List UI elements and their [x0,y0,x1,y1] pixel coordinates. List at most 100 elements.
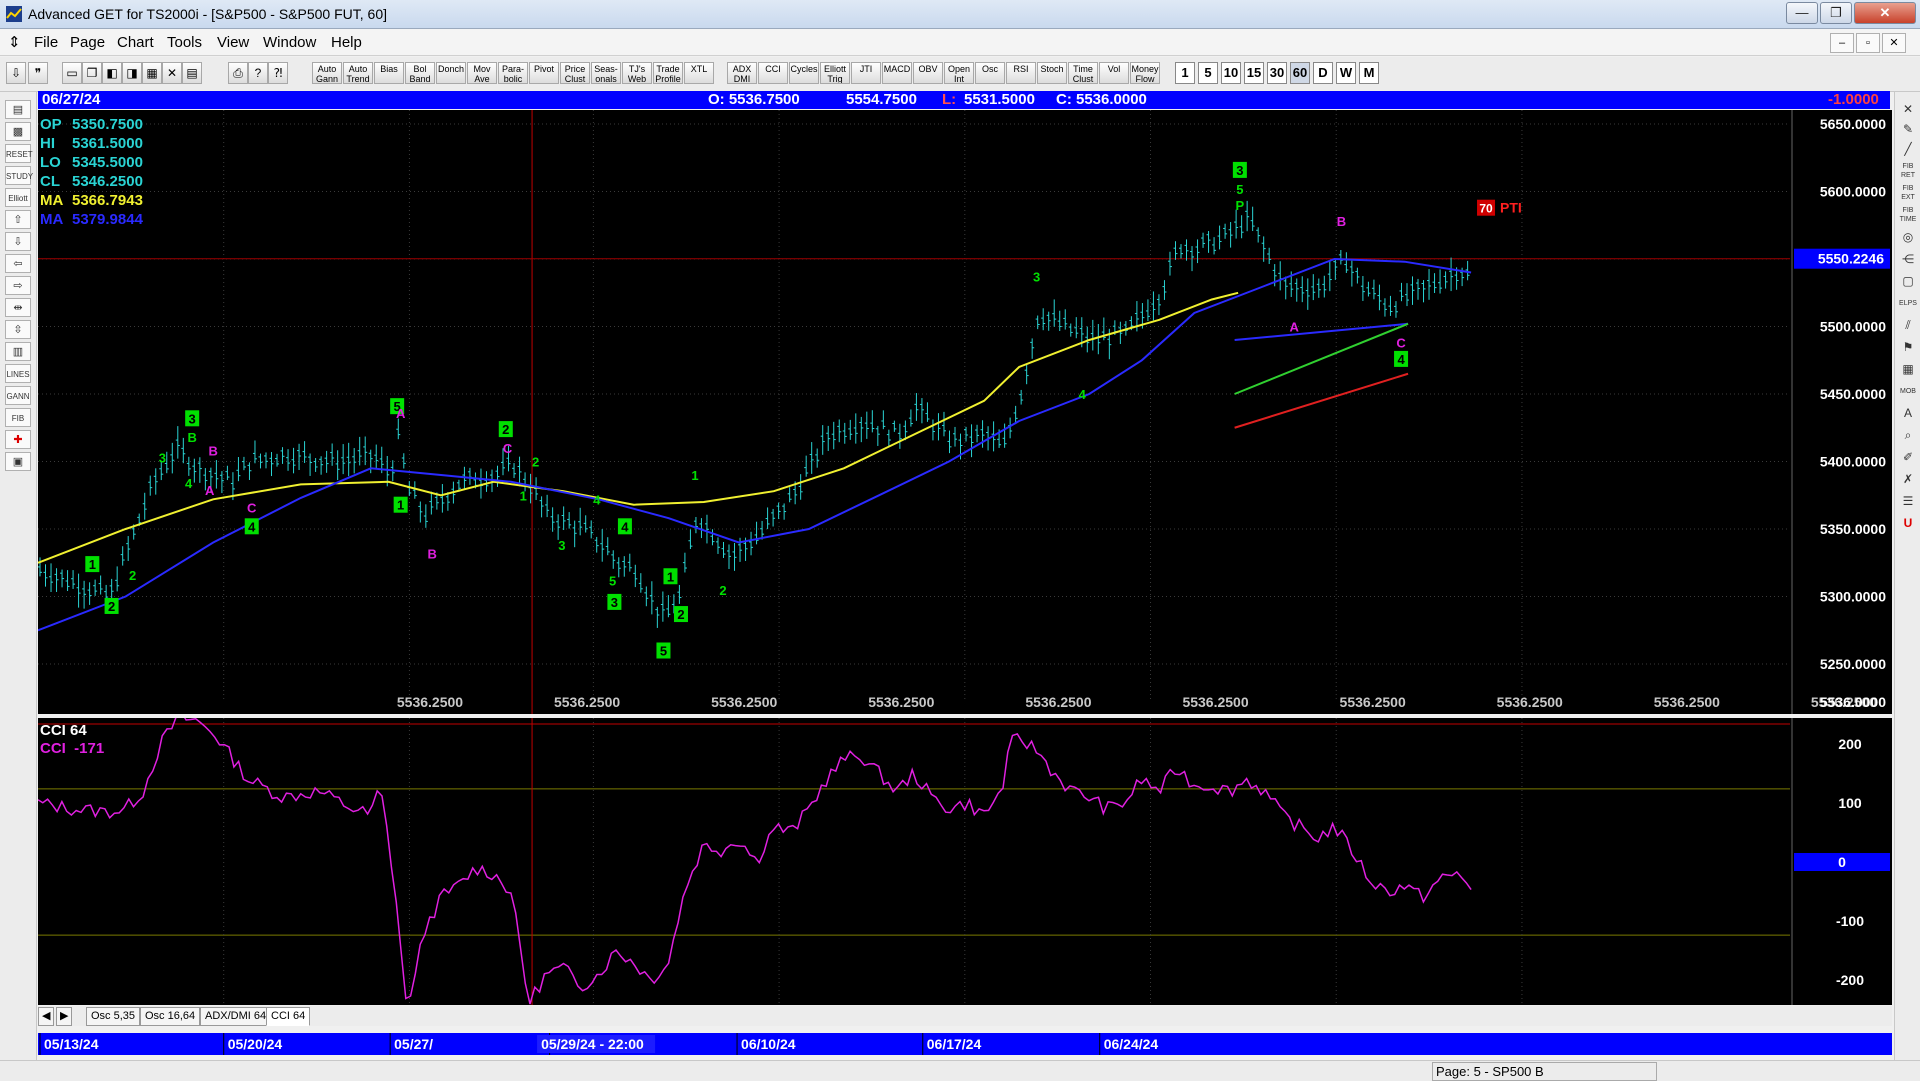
tab-osc-5-35[interactable]: Osc 5,35 [86,1007,141,1026]
tool-adx-dmi[interactable]: ADX DMI [727,62,757,84]
tab-cci-64[interactable]: CCI 64 [266,1007,311,1026]
pattern-tool-icon[interactable]: ▩ [5,122,31,141]
window-tool-icon[interactable]: ▥ [5,342,31,361]
period-M[interactable]: M [1359,62,1379,84]
open-tool-icon[interactable]: ▤ [5,100,31,119]
line-tool-icon[interactable]: ╱ [1897,140,1919,159]
copy-icon[interactable]: ❐ [82,62,102,84]
lines-tool-icon[interactable]: LINES [5,364,31,383]
tool-money-flow[interactable]: Money Flow [1130,62,1160,84]
tile-icon[interactable]: ▦ [142,62,162,84]
period-W[interactable]: W [1336,62,1356,84]
tool-pivot[interactable]: Pivot [529,62,559,84]
right-arrow-icon[interactable]: ⇨ [5,276,31,295]
tool-rsi[interactable]: RSI [1006,62,1036,84]
tab-adx-dmi-64[interactable]: ADX/DMI 64 [200,1007,272,1026]
text-tool-icon[interactable]: A [1897,404,1919,423]
cross-icon[interactable]: ✕ [162,62,182,84]
fib-ret-icon[interactable]: FIB RET [1897,162,1919,181]
cci-panel[interactable]: 200 100 0 -100 -200 CCI 64 CCI -171 [37,710,1892,1005]
tool-jti[interactable]: JTI [851,62,881,84]
period-15[interactable]: 15 [1244,62,1264,84]
tab-scroll-left[interactable]: ◀ [38,1007,55,1026]
zoom-icon[interactable]: ⌕ [1897,426,1919,445]
cci-chart[interactable]: 200 100 0 -100 -200 [37,710,1892,1005]
tool-elliott-trig[interactable]: Elliott Trig [820,62,850,84]
tool-vol[interactable]: Vol [1099,62,1129,84]
list-icon[interactable]: ☰ [1897,492,1919,511]
period-D[interactable]: D [1313,62,1333,84]
menu-view[interactable]: View [217,34,249,51]
print-icon[interactable]: ⎙ [228,62,248,84]
period-30[interactable]: 30 [1267,62,1287,84]
down-arrow-icon[interactable]: ⇩ [5,232,31,251]
expand-icon[interactable]: ⇹ [5,298,31,317]
delete-icon[interactable]: ✗ [1897,470,1919,489]
tool-mov-ave[interactable]: Mov Ave [467,62,497,84]
fib-ext-icon[interactable]: FIB EXT [1897,184,1919,203]
tool-osc[interactable]: Osc [975,62,1005,84]
close-x-icon[interactable]: ✕ [1897,100,1919,119]
tool-macd[interactable]: MACD [882,62,912,84]
help-bulb-icon[interactable]: ? [248,62,268,84]
period-1[interactable]: 1 [1175,62,1195,84]
pencil-icon[interactable]: ✎ [1897,120,1919,139]
study-tool-icon[interactable]: STUDY [5,166,33,185]
tool-cci[interactable]: CCI [758,62,788,84]
brush-icon[interactable]: ✐ [1897,448,1919,467]
tool-donch[interactable]: Donch [436,62,466,84]
grid-icon[interactable]: ▤ [182,62,202,84]
tool-tj-s-web[interactable]: TJ's Web [622,62,652,84]
restore-button[interactable]: ❐ [1820,2,1852,24]
fan-tool-icon[interactable]: ⋲ [1897,250,1919,269]
up-arrow-icon[interactable]: ⇧ [5,210,31,229]
tool-bol-band[interactable]: Bol Band [405,62,435,84]
channel-tool-icon[interactable]: ⫽ [1897,316,1919,335]
menu-page[interactable]: Page [70,34,105,51]
arrow-icon[interactable]: ⇩ [6,62,26,84]
fib-time-icon[interactable]: FIB TIME [1897,206,1919,225]
tool-cycles[interactable]: Cycles [789,62,819,84]
gann-tool-icon[interactable]: GANN [5,386,31,405]
compress-icon[interactable]: ⇳ [5,320,31,339]
table-icon[interactable]: ▦ [1897,360,1919,379]
menu-tools[interactable]: Tools [167,34,202,51]
box-tool-icon[interactable]: ▢ [1897,272,1919,291]
tool-price-clust[interactable]: Price Clust [560,62,590,84]
magnet-icon[interactable]: U [1897,514,1919,533]
menu-window[interactable]: Window [263,34,316,51]
tool-trade-profile[interactable]: Trade Profile [653,62,683,84]
period-5[interactable]: 5 [1198,62,1218,84]
quote-icon[interactable]: ❞ [28,62,48,84]
tool-stoch[interactable]: Stoch [1037,62,1067,84]
elliott-tool-icon[interactable]: Elliott [5,188,31,207]
mob-tool-icon[interactable]: MOB [1897,382,1919,401]
flag-icon[interactable]: ⚑ [1897,338,1919,357]
reset-tool-icon[interactable]: RESET [5,144,33,163]
fib-tool-icon[interactable]: FIB [5,408,31,427]
snapshot-icon[interactable]: ▣ [5,452,31,471]
menu-help[interactable]: Help [331,34,362,51]
period-10[interactable]: 10 [1221,62,1241,84]
tool-para-bolic[interactable]: Para- bolic [498,62,528,84]
minimize-button[interactable]: — [1786,2,1818,24]
tool-auto-gann[interactable]: Auto Gann [312,62,342,84]
left-arrow-icon[interactable]: ⇦ [5,254,31,273]
period-60[interactable]: 60 [1290,62,1310,84]
tool-seas-onals[interactable]: Seas- onals [591,62,621,84]
back-icon[interactable]: ◧ [102,62,122,84]
circle-tool-icon[interactable]: ◎ [1897,228,1919,247]
price-chart[interactable]: 5650.00005600.00005550.00005500.00005450… [37,110,1892,714]
crosshair-icon[interactable]: ✚ [5,430,31,449]
context-help-icon[interactable]: ⁈ [268,62,288,84]
menu-file[interactable]: File [34,34,58,51]
doc-icon[interactable]: ⇕ [8,33,21,51]
tab-scroll-right[interactable]: ▶ [56,1007,73,1026]
new-page-icon[interactable]: ▭ [62,62,82,84]
tool-open-int[interactable]: Open Int [944,62,974,84]
tool-auto-trend[interactable]: Auto Trend [343,62,373,84]
menu-chart[interactable]: Chart [117,34,154,51]
forward-icon[interactable]: ◨ [122,62,142,84]
tool-obv[interactable]: OBV [913,62,943,84]
price-chart-panel[interactable]: 5650.00005600.00005550.00005500.00005450… [37,110,1892,714]
